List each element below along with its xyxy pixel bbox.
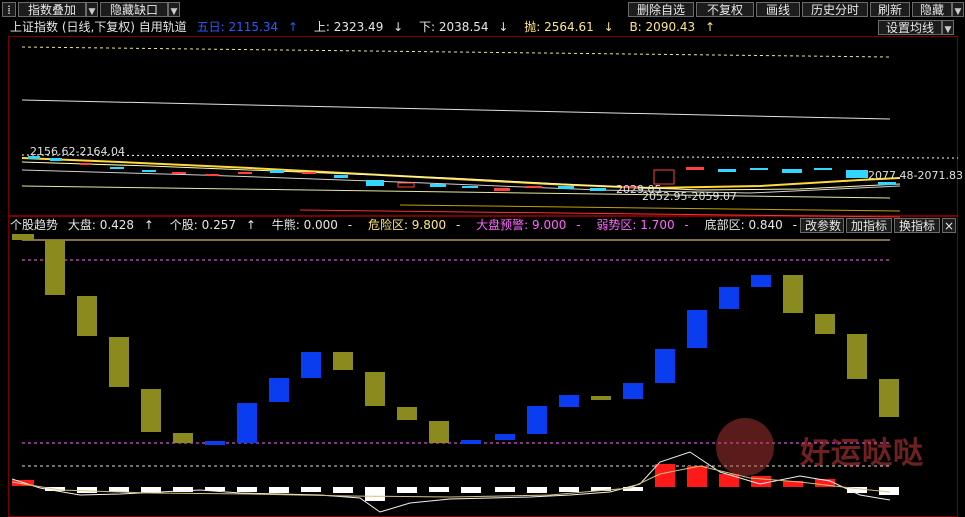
hist-bar: [269, 487, 289, 493]
hist-bar: [751, 476, 771, 487]
hist-bar: [527, 487, 547, 493]
hist-bar: [333, 487, 353, 493]
trend-bar: [12, 234, 34, 240]
trend-bar: [301, 352, 321, 378]
hist-bar: [301, 487, 321, 492]
trend-bar: [269, 378, 289, 402]
hist-bar: [461, 487, 481, 493]
trend-bar: [783, 275, 803, 313]
trend-bar: [77, 296, 97, 336]
trend-bar: [847, 334, 867, 379]
watermark-text: 好运哒哒: [800, 436, 924, 471]
trend-bar: [527, 406, 547, 434]
trend-bar: [109, 337, 129, 387]
trend-bar: [397, 407, 417, 420]
trend-bar: [461, 440, 481, 444]
trend-bar: [495, 434, 515, 440]
trend-bar: [365, 372, 385, 406]
hist-bar: [655, 464, 675, 487]
trend-bars: [12, 234, 899, 445]
trend-bar: [687, 310, 707, 348]
hist-bar: [397, 487, 417, 493]
hist-bar: [719, 474, 739, 487]
trend-bar: [173, 433, 193, 443]
hist-bar: [365, 487, 385, 501]
trend-bar: [429, 421, 449, 443]
trend-bar: [559, 395, 579, 407]
trend-bar: [623, 383, 643, 399]
hist-bar: [77, 487, 97, 493]
trend-bar: [879, 379, 899, 417]
hist-bar: [237, 487, 257, 492]
trend-bar: [719, 287, 739, 309]
trend-bar: [751, 275, 771, 287]
trend-bar: [237, 403, 257, 443]
trend-bar: [205, 441, 225, 445]
hist-bar: [429, 487, 449, 492]
hist-bar: [559, 487, 579, 492]
trend-bar: [815, 314, 835, 334]
trend-bar: [591, 396, 611, 400]
trend-bar: [141, 389, 161, 432]
hist-bar: [687, 466, 707, 487]
trend-bar: [655, 349, 675, 383]
trend-bar: [333, 352, 353, 370]
hist-bar: [495, 487, 515, 492]
trend-bar: [45, 240, 65, 295]
watermark-logo-icon: [716, 418, 774, 476]
